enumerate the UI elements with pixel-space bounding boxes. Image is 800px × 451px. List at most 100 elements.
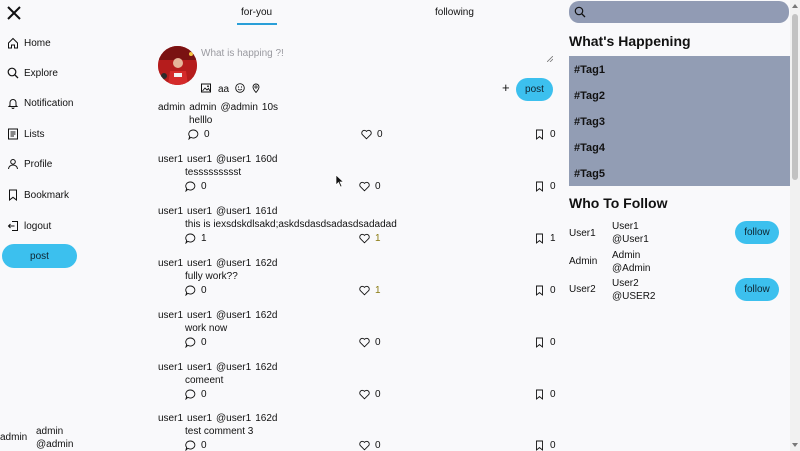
current-user-name[interactable]: admin	[0, 432, 27, 443]
post-display-name[interactable]: user1	[187, 154, 212, 165]
post-username[interactable]: user1	[158, 310, 183, 321]
comment-button[interactable]: 0	[185, 285, 207, 296]
compose-post-button[interactable]: post	[516, 78, 553, 101]
post-display-name[interactable]: user1	[187, 310, 212, 321]
suggestion-name[interactable]: User1	[569, 228, 596, 239]
current-user-info[interactable]: admin @admin	[36, 425, 73, 451]
follow-button-user1[interactable]: follow	[735, 221, 779, 244]
sidebar-item-explore[interactable]: Explore	[7, 64, 58, 82]
trend-item[interactable]: #Tag1	[574, 64, 605, 76]
like-button[interactable]: 0	[359, 389, 381, 400]
bookmark-icon	[536, 389, 543, 400]
like-button[interactable]: 1	[359, 285, 381, 296]
comment-count: 0	[201, 181, 207, 192]
sidebar-item-bookmark[interactable]: Bookmark	[7, 186, 69, 204]
tab-for-you[interactable]: for-you	[241, 7, 272, 18]
sidebar-item-lists[interactable]: Lists	[7, 125, 45, 143]
suggestion-name[interactable]: User2	[569, 284, 596, 295]
comment-button[interactable]: 0	[188, 129, 210, 140]
bookmark-button[interactable]: 0	[534, 389, 556, 400]
tab-following[interactable]: following	[435, 7, 474, 18]
comment-icon	[185, 285, 196, 296]
feed-post[interactable]: user1 user1 @user1 162d fully work?? 0 1 0	[158, 258, 558, 310]
resize-handle-icon[interactable]	[547, 56, 553, 62]
feed-post[interactable]: user1 user1 @user1 162d comeent 0 0 0	[158, 362, 558, 414]
trend-item[interactable]: #Tag4	[574, 142, 605, 154]
comment-button[interactable]: 0	[185, 181, 207, 192]
avatar[interactable]	[158, 46, 197, 85]
sidebar-item-logout[interactable]: logout	[7, 217, 51, 235]
suggestion-info[interactable]: User1 @User1	[612, 220, 649, 246]
trend-item[interactable]: #Tag3	[574, 116, 605, 128]
comment-icon	[185, 440, 196, 451]
sidebar-item-label: Notification	[24, 97, 74, 109]
post-username[interactable]: user1	[158, 413, 183, 424]
post-username[interactable]: user1	[158, 258, 183, 269]
post-text: this is iexsdskdlsakd;askdsdasdsadasdsad…	[185, 219, 397, 230]
scrollbar-thumb[interactable]	[792, 14, 798, 180]
scroll-down-arrow-icon[interactable]	[792, 443, 798, 447]
add-thread-button[interactable]: +	[502, 81, 510, 94]
post-handle[interactable]: @user1	[216, 258, 251, 269]
post-username[interactable]: user1	[158, 154, 183, 165]
like-button[interactable]: 0	[359, 440, 381, 451]
post-username[interactable]: admin	[158, 102, 185, 113]
bookmark-button[interactable]: 0	[534, 285, 556, 296]
active-tab-indicator	[237, 23, 277, 25]
location-button[interactable]	[251, 82, 261, 93]
post-handle[interactable]: @user1	[216, 413, 251, 424]
comment-button[interactable]: 1	[185, 233, 207, 244]
media-button[interactable]	[201, 82, 211, 93]
post-text: helllo	[189, 115, 213, 126]
sidebar-post-button[interactable]: post	[2, 244, 77, 268]
suggestion-info[interactable]: Admin @Admin	[612, 249, 651, 275]
comment-button[interactable]: 0	[185, 440, 207, 451]
like-button[interactable]: 0	[359, 181, 381, 192]
compose-input[interactable]	[201, 45, 553, 62]
like-button[interactable]: 0	[359, 337, 381, 348]
post-display-name[interactable]: user1	[187, 206, 212, 217]
post-display-name[interactable]: user1	[187, 413, 212, 424]
post-display-name[interactable]: user1	[187, 362, 212, 373]
emoji-button[interactable]	[235, 82, 245, 93]
post-display-name[interactable]: user1	[187, 258, 212, 269]
post-handle[interactable]: @admin	[221, 102, 258, 113]
post-username[interactable]: user1	[158, 362, 183, 373]
post-handle[interactable]: @user1	[216, 362, 251, 373]
sidebar-item-home[interactable]: Home	[7, 34, 51, 52]
feed-post[interactable]: user1 user1 @user1 160d tessssssssst 0 0 0	[158, 154, 558, 206]
bookmark-button[interactable]: 0	[534, 440, 556, 451]
bookmark-button[interactable]: 1	[534, 233, 556, 244]
bookmark-count: 0	[550, 389, 556, 400]
post-display-name[interactable]: admin	[189, 102, 216, 113]
feed-post[interactable]: admin admin @admin 10s helllo 0 0 0	[158, 102, 558, 154]
bookmark-button[interactable]: 0	[534, 129, 556, 140]
feed-post[interactable]: user1 user1 @user1 162d work now 0 0 0	[158, 310, 558, 362]
like-button[interactable]: 1	[359, 233, 381, 244]
suggestion-name[interactable]: Admin	[569, 256, 597, 267]
trend-item[interactable]: #Tag5	[574, 168, 605, 180]
comment-button[interactable]: 0	[185, 389, 207, 400]
follow-button-user2[interactable]: follow	[735, 278, 779, 301]
suggestion-info[interactable]: User2 @USER2	[612, 277, 656, 303]
scroll-up-arrow-icon[interactable]	[792, 4, 798, 8]
search-input[interactable]	[589, 4, 784, 20]
sidebar-item-label: Explore	[24, 67, 58, 79]
sidebar-item-notification[interactable]: Notification	[7, 94, 73, 112]
post-handle[interactable]: @user1	[216, 154, 251, 165]
sidebar-item-label: Lists	[24, 128, 45, 140]
search-bar[interactable]	[569, 1, 789, 23]
like-button[interactable]: 0	[361, 129, 383, 140]
feed-post[interactable]: user1 user1 @user1 162d test comment 3 0 0 0	[158, 413, 558, 451]
post-handle[interactable]: @user1	[216, 206, 251, 217]
post-handle[interactable]: @user1	[216, 310, 251, 321]
text-format-button[interactable]: aa	[218, 84, 229, 95]
sidebar-item-profile[interactable]: Profile	[7, 155, 52, 173]
feed-post[interactable]: user1 user1 @user1 161d this is iexsdskdlsak…	[158, 206, 558, 258]
post-username[interactable]: user1	[158, 206, 183, 217]
x-logo-icon[interactable]	[6, 5, 22, 21]
bookmark-button[interactable]: 0	[534, 337, 556, 348]
bookmark-button[interactable]: 0	[534, 181, 556, 192]
comment-button[interactable]: 0	[185, 337, 207, 348]
trend-item[interactable]: #Tag2	[574, 90, 605, 102]
